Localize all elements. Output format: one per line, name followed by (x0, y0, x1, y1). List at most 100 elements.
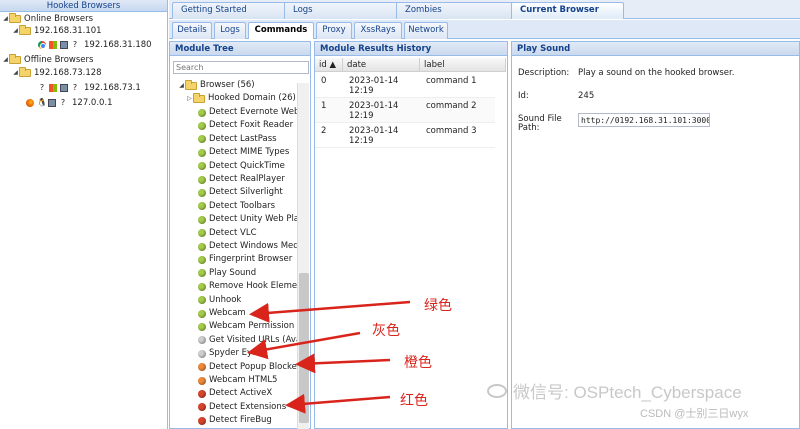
status-dot-icon (198, 121, 206, 130)
expand-triangle-icon[interactable]: ◢ (2, 13, 9, 25)
module-item[interactable]: Detect Foxit Reader (198, 119, 308, 132)
offline-browser-entry-2[interactable]: 🐧 ? 127.0.0.1 (26, 97, 113, 109)
module-item[interactable]: Unhook (198, 294, 308, 307)
col-date-header[interactable]: date (343, 58, 420, 72)
module-item[interactable]: Webcam Permission C (198, 320, 308, 333)
offline-ip-node[interactable]: ◢ 192.168.73.128 (12, 67, 102, 79)
status-dot-icon (198, 202, 206, 211)
tab-getting-started[interactable]: Getting Started (172, 2, 289, 19)
collapsed-triangle-icon[interactable]: ▷ (186, 92, 193, 105)
table-row[interactable]: 1 2023-01-14 12:19 command 2 (315, 98, 495, 123)
status-dot-icon (198, 242, 206, 251)
status-dot-icon (198, 148, 206, 157)
module-item[interactable]: Remove Hook Elemen (198, 280, 308, 293)
tab-network[interactable]: Network (404, 22, 448, 39)
unknown-icon: ? (72, 40, 78, 49)
tab-zombies[interactable]: Zombies (396, 2, 514, 19)
table-row[interactable]: 2 2023-01-14 12:19 command 3 (315, 123, 495, 148)
firefox-icon (26, 99, 34, 107)
status-dot-icon (198, 389, 206, 398)
expand-triangle-icon[interactable]: ◢ (178, 79, 185, 92)
status-dot-icon (198, 215, 206, 224)
offline-browsers-node[interactable]: ◢ Offline Browsers (2, 54, 93, 66)
cell-label: command 2 (426, 101, 477, 111)
cell-label: command 1 (426, 76, 477, 86)
status-dot-icon (198, 363, 206, 372)
scrollbar-thumb[interactable] (299, 273, 309, 423)
module-item[interactable]: Detect Toolbars (198, 200, 308, 213)
monitor-icon (48, 99, 56, 107)
expand-triangle-icon[interactable]: ◢ (12, 25, 19, 37)
module-item[interactable]: Detect Popup Blocker (198, 361, 308, 374)
tab-current-browser[interactable]: Current Browser (511, 2, 624, 19)
online-browser-entry[interactable]: ? 192.168.31.180 (38, 39, 152, 51)
expand-triangle-icon[interactable]: ◢ (12, 67, 19, 79)
module-item[interactable]: Detect Unity Web Play (198, 213, 308, 226)
online-ip-node[interactable]: ◢ 192.168.31.101 (12, 25, 102, 37)
module-tree-panel: Module Tree ◢ Browser (56) ▷ Hooked Doma… (169, 41, 311, 429)
chrome-icon (38, 41, 46, 49)
module-item[interactable]: Play Sound (198, 267, 308, 280)
module-item[interactable]: Detect RealPlayer (198, 173, 308, 186)
detail-title: Play Sound (512, 42, 799, 56)
module-item[interactable]: Get Visited URLs (Ava (198, 334, 308, 347)
cell-id: 1 (321, 101, 327, 111)
hooked-domain-node[interactable]: ▷ Hooked Domain (26) (186, 92, 296, 105)
sound-file-path-input[interactable] (578, 113, 710, 127)
cell-date: 2023-01-14 12:19 (349, 101, 399, 121)
module-item[interactable]: Detect MIME Types (198, 146, 308, 159)
module-tree-scrollbar[interactable] (297, 83, 309, 429)
status-dot-icon (198, 108, 206, 117)
unknown-icon: ? (39, 83, 45, 92)
status-dot-icon (198, 269, 206, 278)
module-search-input[interactable] (173, 61, 309, 74)
id-value: 245 (578, 91, 595, 101)
table-row[interactable]: 0 2023-01-14 12:19 command 1 (315, 73, 495, 98)
module-item[interactable]: Detect Silverlight (198, 186, 308, 199)
cell-id: 2 (321, 126, 327, 136)
folder-icon (9, 54, 21, 64)
status-dot-icon (198, 162, 206, 171)
browser-node[interactable]: ◢ Browser (56) (178, 79, 255, 92)
hooked-browsers-panel: Hooked Browsers ◢ Online Browsers ◢ 192.… (0, 0, 168, 429)
id-label: Id: (518, 91, 529, 101)
tab-commands[interactable]: Commands (248, 22, 314, 39)
module-item[interactable]: Spyder Eye (198, 347, 308, 360)
folder-icon (19, 25, 31, 35)
status-dot-icon (198, 336, 206, 345)
status-dot-icon (198, 376, 206, 385)
col-id-header[interactable]: id ▲ (315, 58, 343, 72)
annotation-red: 红色 (400, 393, 428, 409)
windows-icon (49, 84, 57, 92)
module-item[interactable]: Detect Windows Media (198, 240, 308, 253)
results-title: Module Results History (315, 42, 507, 56)
module-item[interactable]: Fingerprint Browser (198, 253, 308, 266)
status-dot-icon (198, 309, 206, 318)
online-browsers-node[interactable]: ◢ Online Browsers (2, 13, 93, 25)
wechat-icon (487, 383, 507, 398)
tab-sub-logs[interactable]: Logs (214, 22, 246, 39)
module-item[interactable]: Detect QuickTime (198, 160, 308, 173)
col-label-header[interactable]: label (420, 58, 506, 72)
status-dot-icon (198, 255, 206, 264)
module-item[interactable]: Detect LastPass (198, 133, 308, 146)
module-item[interactable]: Detect Evernote Web C (198, 106, 308, 119)
unknown-icon: ? (60, 98, 66, 107)
module-item[interactable]: Detect Extensions (198, 401, 308, 414)
status-dot-icon (198, 349, 206, 358)
module-item[interactable]: Webcam (198, 307, 308, 320)
monitor-icon (60, 41, 68, 49)
tab-details[interactable]: Details (172, 22, 212, 39)
tab-xssrays[interactable]: XssRays (354, 22, 402, 39)
offline-browser-entry-1[interactable]: ? ? 192.168.73.1 (38, 82, 141, 94)
status-dot-icon (198, 322, 206, 331)
annotation-green: 绿色 (424, 298, 452, 314)
tab-proxy[interactable]: Proxy (316, 22, 352, 39)
module-item[interactable]: Webcam HTML5 (198, 374, 308, 387)
module-item[interactable]: Detect FireBug (198, 414, 308, 427)
status-dot-icon (198, 135, 206, 144)
module-item[interactable]: Detect VLC (198, 227, 308, 240)
module-item[interactable]: Detect ActiveX (198, 387, 308, 400)
cell-label: command 3 (426, 126, 477, 136)
expand-triangle-icon[interactable]: ◢ (2, 54, 9, 66)
